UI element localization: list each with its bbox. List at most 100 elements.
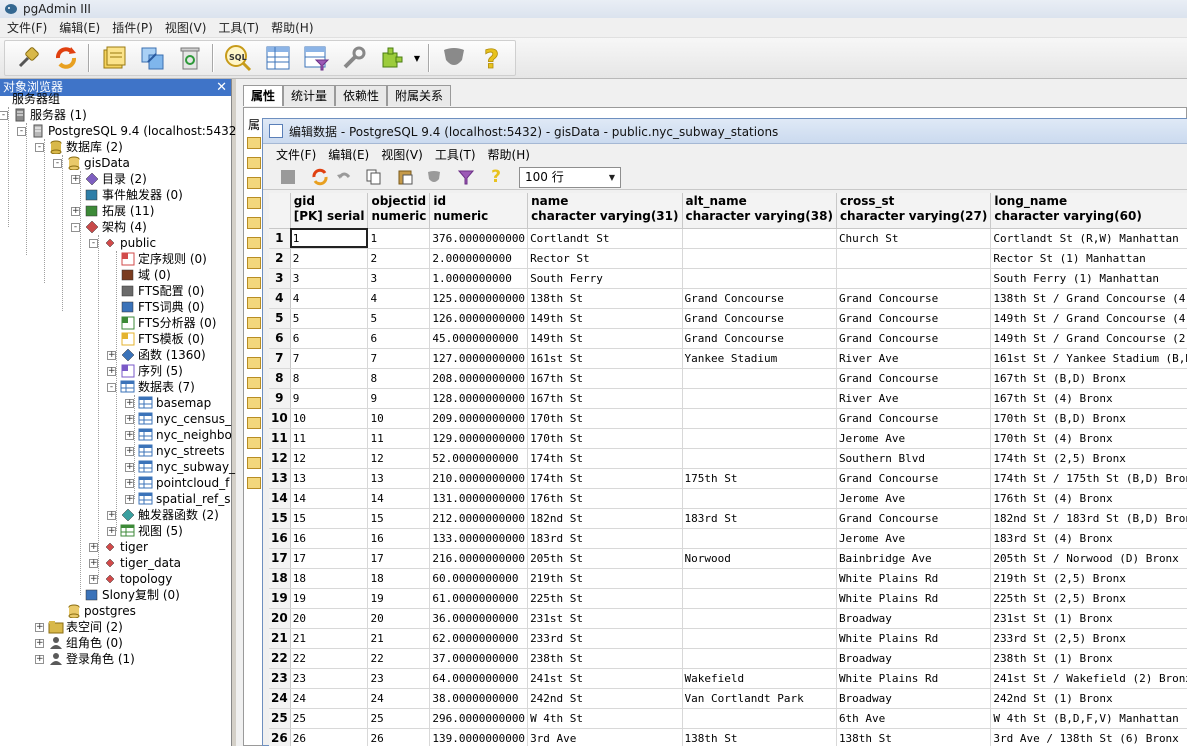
fts-parsers-node[interactable]: FTS分析器 (0) bbox=[120, 315, 216, 331]
grid-cell[interactable] bbox=[682, 448, 837, 469]
tab-dependencies[interactable]: 依赖性 bbox=[335, 85, 388, 106]
row-header[interactable]: 17 bbox=[269, 548, 291, 569]
grid-cell[interactable]: 149th St bbox=[527, 328, 683, 349]
collapse-icon[interactable]: - bbox=[53, 159, 62, 168]
grid-cell[interactable]: 37.0000000000 bbox=[429, 648, 529, 669]
expand-icon[interactable]: + bbox=[107, 511, 116, 520]
grid-cell[interactable]: 10 bbox=[290, 408, 369, 429]
grid-cell[interactable]: 149th St / Grand Concourse (2,5) bbox=[990, 328, 1187, 349]
row-header[interactable]: 15 bbox=[269, 508, 291, 529]
grid-cell[interactable] bbox=[682, 388, 837, 409]
grid-cell[interactable]: 139.0000000000 bbox=[429, 728, 529, 746]
row-header[interactable]: 4 bbox=[269, 288, 291, 309]
group-roles-node[interactable]: 组角色 (0) bbox=[48, 635, 123, 651]
grid-cell[interactable]: 7 bbox=[367, 348, 431, 369]
grid-cell[interactable]: Grand Concourse bbox=[836, 328, 992, 349]
grid-cell[interactable]: 127.0000000000 bbox=[429, 348, 529, 369]
expand-icon[interactable]: + bbox=[107, 527, 116, 536]
grid-cell[interactable]: 231st St bbox=[527, 608, 683, 629]
grid-cell[interactable]: 212.0000000000 bbox=[429, 508, 529, 529]
grid-cell[interactable]: Yankee Stadium bbox=[682, 348, 837, 369]
edit-menu-file[interactable]: 文件(F) bbox=[271, 146, 321, 163]
grid-cell[interactable] bbox=[682, 528, 837, 549]
expand-icon[interactable]: + bbox=[35, 623, 44, 632]
grid-cell[interactable]: White Plains Rd bbox=[836, 568, 992, 589]
grid-cell[interactable]: 24 bbox=[290, 688, 369, 709]
grid-cell[interactable]: 8 bbox=[367, 368, 431, 389]
grid-cell[interactable]: Southern Blvd bbox=[836, 448, 992, 469]
grid-cell[interactable]: 6th Ave bbox=[836, 708, 992, 729]
expand-icon[interactable]: + bbox=[125, 399, 134, 408]
menu-help[interactable]: 帮助(H) bbox=[267, 19, 317, 36]
grid-cell[interactable]: 18 bbox=[290, 568, 369, 589]
grid-cell[interactable]: 129.0000000000 bbox=[429, 428, 529, 449]
column-header-id[interactable]: id numeric bbox=[429, 193, 529, 229]
expand-icon[interactable]: + bbox=[89, 559, 98, 568]
grid-cell[interactable]: 13 bbox=[367, 468, 431, 489]
table-nyc-neighborhoods[interactable]: nyc_neighbo bbox=[138, 427, 232, 443]
edit-menu-edit[interactable]: 编辑(E) bbox=[323, 146, 374, 163]
slony-node[interactable]: Slony复制 (0) bbox=[84, 587, 180, 603]
grid-cell[interactable]: Cortlandt St bbox=[527, 228, 683, 249]
delete-icon[interactable] bbox=[174, 42, 206, 74]
grid-cell[interactable]: 161st St bbox=[527, 348, 683, 369]
refresh-icon[interactable] bbox=[50, 42, 82, 74]
grid-cell[interactable]: White Plains Rd bbox=[836, 668, 992, 689]
collapse-icon[interactable]: - bbox=[107, 383, 116, 392]
table-nyc-subway[interactable]: nyc_subway_ bbox=[138, 459, 235, 475]
delete-row-icon[interactable] bbox=[423, 167, 445, 187]
grid-cell[interactable]: 161st St / Yankee Stadium (B,D,4 bbox=[990, 348, 1187, 369]
menu-tools[interactable]: 工具(T) bbox=[214, 19, 263, 36]
grid-cell[interactable]: 25 bbox=[290, 708, 369, 729]
menu-plugins[interactable]: 插件(P) bbox=[108, 19, 157, 36]
grid-cell[interactable]: 170th St bbox=[527, 428, 683, 449]
expand-icon[interactable]: + bbox=[125, 495, 134, 504]
grid-cell[interactable]: 1 bbox=[290, 228, 369, 249]
filter-icon[interactable] bbox=[455, 167, 477, 187]
tables-node[interactable]: 数据表 (7) bbox=[120, 379, 195, 395]
tab-properties[interactable]: 属性 bbox=[243, 85, 284, 106]
grid-cell[interactable]: Grand Concourse bbox=[836, 468, 992, 489]
grid-cell[interactable]: 183rd St bbox=[682, 508, 837, 529]
grid-cell[interactable]: River Ave bbox=[836, 348, 992, 369]
grid-cell[interactable]: Broadway bbox=[836, 648, 992, 669]
grid-cell[interactable]: 13 bbox=[290, 468, 369, 489]
grid-cell[interactable]: 205th St bbox=[527, 548, 683, 569]
grid-cell[interactable]: 167th St bbox=[527, 368, 683, 389]
grid-cell[interactable]: 241st St / Wakefield (2) Bronx bbox=[990, 668, 1187, 689]
grid-cell[interactable]: 182nd St / 183rd St (B,D) Bronx bbox=[990, 508, 1187, 529]
grid-cell[interactable]: 16 bbox=[367, 528, 431, 549]
row-header[interactable]: 21 bbox=[269, 628, 291, 649]
grid-cell[interactable]: 205th St / Norwood (D) Bronx bbox=[990, 548, 1187, 569]
grid-cell[interactable]: 20 bbox=[367, 608, 431, 629]
grid-cell[interactable]: 21 bbox=[290, 628, 369, 649]
grid-cell[interactable]: 5 bbox=[367, 308, 431, 329]
row-header[interactable]: 10 bbox=[269, 408, 291, 429]
save-icon[interactable] bbox=[277, 167, 299, 187]
row-header[interactable]: 3 bbox=[269, 268, 291, 289]
grid-cell[interactable]: 183rd St bbox=[527, 528, 683, 549]
grid-cell[interactable]: 3rd Ave bbox=[527, 728, 683, 746]
grid-cell[interactable] bbox=[682, 628, 837, 649]
row-limit-select[interactable]: 100 行 ▼ bbox=[519, 167, 621, 188]
expand-icon[interactable]: + bbox=[107, 351, 116, 360]
grid-cell[interactable]: 238th St (1) Bronx bbox=[990, 648, 1187, 669]
grid-cell[interactable]: 11 bbox=[290, 428, 369, 449]
views-node[interactable]: 视图 (5) bbox=[120, 523, 183, 539]
view-data-icon[interactable] bbox=[262, 42, 294, 74]
grid-cell[interactable]: 167th St (4) Bronx bbox=[990, 388, 1187, 409]
grid-cell[interactable]: 15 bbox=[290, 508, 369, 529]
row-header[interactable]: 2 bbox=[269, 248, 291, 269]
grid-cell[interactable]: 36.0000000000 bbox=[429, 608, 529, 629]
grid-cell[interactable]: 7 bbox=[290, 348, 369, 369]
filtered-data-icon[interactable] bbox=[300, 42, 332, 74]
grid-cell[interactable]: 4 bbox=[290, 288, 369, 309]
grid-cell[interactable]: 17 bbox=[290, 548, 369, 569]
tab-dependents[interactable]: 附属关系 bbox=[387, 85, 452, 106]
grid-cell[interactable]: 233rd St (2,5) Bronx bbox=[990, 628, 1187, 649]
grid-cell[interactable]: Bainbridge Ave bbox=[836, 548, 992, 569]
grid-cell[interactable]: 23 bbox=[367, 668, 431, 689]
postgres-db-node[interactable]: postgres bbox=[66, 603, 136, 619]
row-header[interactable]: 18 bbox=[269, 568, 291, 589]
grid-cell[interactable]: 11 bbox=[367, 428, 431, 449]
